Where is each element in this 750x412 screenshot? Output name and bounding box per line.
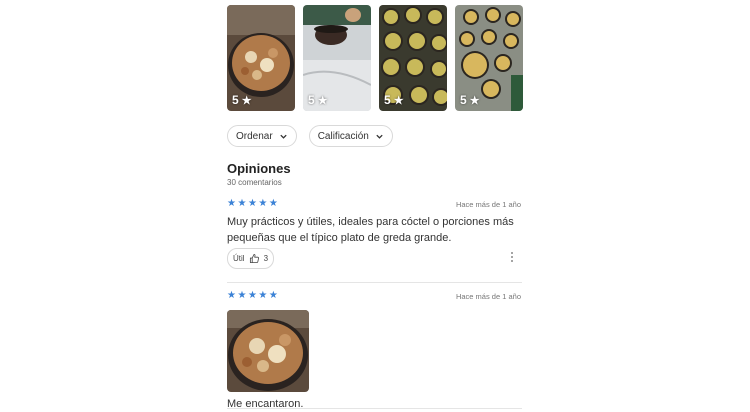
review-stars: ★ ★ ★ ★ ★ — [227, 291, 278, 301]
star-icon: ★ — [268, 198, 278, 209]
chevron-down-icon — [376, 134, 383, 139]
review-divider — [227, 282, 522, 283]
star-icon: ★ — [268, 290, 278, 301]
star-icon: ★ — [258, 198, 268, 209]
review-photo-thumbnail[interactable]: 5 ★ — [227, 5, 295, 111]
photo-rating: 5 ★ — [308, 93, 328, 107]
review-divider — [227, 408, 522, 409]
review-photo-thumbnail[interactable]: 5 ★ — [303, 5, 371, 111]
photo-gallery: 5 ★ 5 ★ 5 ★ 5 ★ — [227, 5, 523, 111]
review-attached-photo[interactable] — [227, 310, 309, 392]
sort-label: Ordenar — [236, 130, 273, 142]
more-options-button[interactable] — [510, 252, 514, 264]
reviews-count: 30 comentarios — [227, 178, 282, 187]
star-icon: ★ — [237, 290, 247, 301]
star-icon: ★ — [227, 290, 236, 301]
useful-button[interactable]: Útil 3 — [227, 248, 275, 269]
thumbs-up-icon — [249, 253, 259, 264]
review-stars: ★ ★ ★ ★ ★ — [227, 199, 278, 209]
review-photo-thumbnail[interactable]: 5 ★ — [379, 5, 447, 111]
photo-rating: 5 ★ — [460, 93, 480, 107]
rating-filter-dropdown[interactable]: Calificación — [308, 125, 393, 147]
review-timestamp: Hace más de 1 año — [455, 292, 521, 301]
dish-photo — [227, 310, 309, 392]
star-icon: ★ — [237, 198, 247, 209]
star-icon: ★ — [241, 94, 252, 107]
useful-count: 3 — [263, 254, 269, 263]
review-text: Muy prácticos y útiles, ideales para cóc… — [227, 216, 514, 244]
more-vertical-icon — [510, 252, 514, 262]
review-photo-thumbnail[interactable]: 5 ★ — [455, 5, 523, 111]
chevron-down-icon — [280, 134, 287, 139]
star-icon: ★ — [393, 94, 404, 107]
star-icon: ★ — [247, 198, 257, 209]
star-icon: ★ — [258, 290, 268, 301]
star-icon: ★ — [469, 94, 480, 107]
rating-filter-label: Calificación — [317, 130, 369, 142]
star-icon: ★ — [227, 198, 236, 209]
reviews-title: Opiniones — [227, 161, 291, 176]
filter-bar: Ordenar Calificación — [227, 125, 393, 147]
useful-label: Útil — [233, 254, 245, 263]
star-icon: ★ — [247, 290, 257, 301]
photo-rating: 5 ★ — [384, 93, 404, 107]
review-timestamp: Hace más de 1 año — [455, 200, 521, 209]
sort-dropdown[interactable]: Ordenar — [227, 125, 297, 147]
photo-rating: 5 ★ — [232, 93, 252, 107]
star-icon: ★ — [317, 94, 328, 107]
